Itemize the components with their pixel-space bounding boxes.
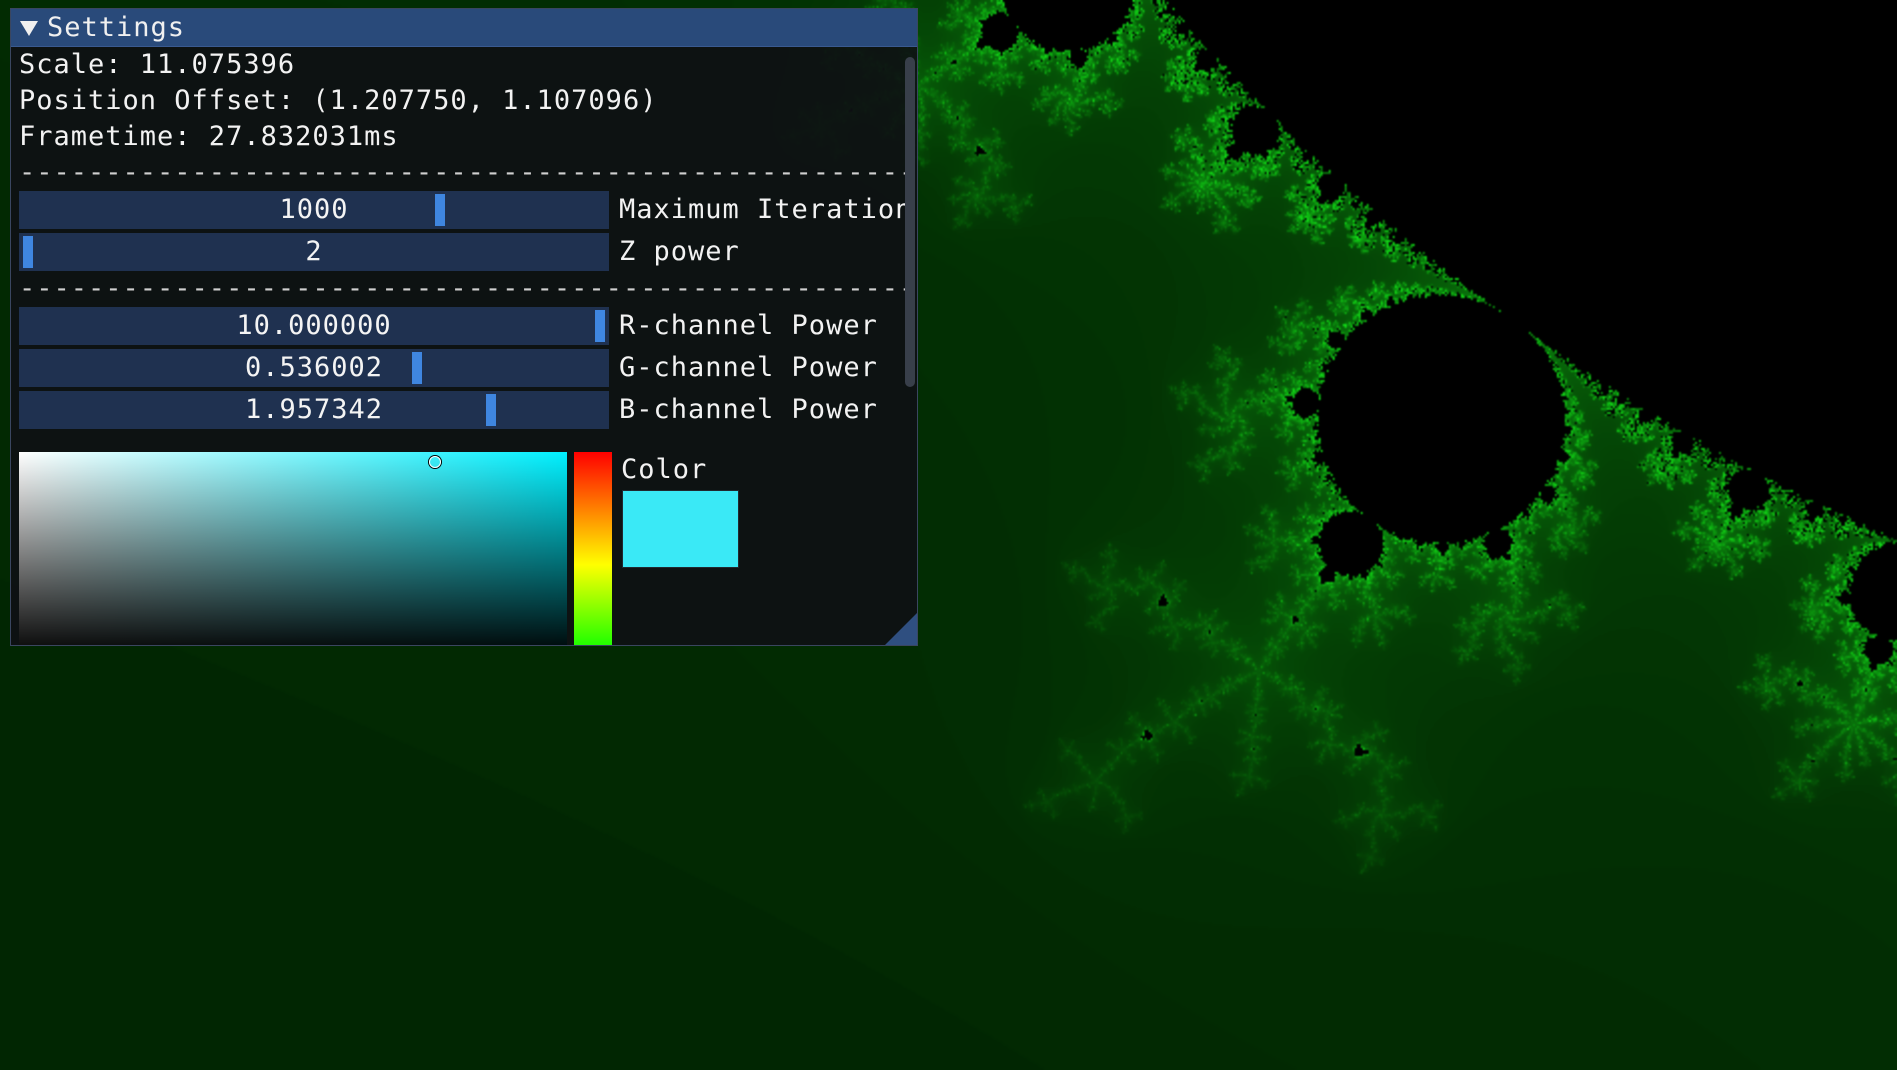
slider-grab[interactable] (595, 310, 605, 342)
saturation-value-square[interactable] (19, 452, 567, 645)
color-label: Color (621, 454, 708, 485)
slider-grab[interactable] (486, 394, 497, 426)
slider-label: R-channel Power (619, 310, 878, 341)
slider-grab[interactable] (434, 194, 445, 226)
hue-bar[interactable] (574, 452, 612, 645)
slider-value: 1.957342 (244, 394, 384, 425)
settings-window[interactable]: Settings Scale: 11.075396 Position Offse… (10, 8, 918, 646)
channel-slider[interactable]: 1.957342 (19, 391, 609, 429)
slider-label: Z power (619, 236, 740, 267)
resize-grip[interactable] (885, 613, 917, 645)
separator: ----------------------------------------… (19, 273, 907, 304)
slider-value: 10.000000 (236, 310, 392, 341)
picker-cursor[interactable] (429, 456, 442, 469)
slider-grab[interactable] (411, 352, 422, 384)
slider-label: Maximum Iteration (619, 194, 913, 225)
slider-value: 0.536002 (244, 352, 384, 383)
settings-titlebar[interactable]: Settings (11, 9, 917, 47)
settings-content: Scale: 11.075396 Position Offset: (1.207… (11, 47, 917, 645)
scrollbar[interactable] (905, 57, 915, 387)
scale-text: Scale: 11.075396 (19, 49, 296, 80)
slider-value: 1000 (279, 194, 349, 225)
iteration-slider[interactable]: 1000 (19, 191, 609, 229)
separator: ----------------------------------------… (19, 157, 907, 188)
channel-row: 0.536002 G-channel Power (19, 349, 909, 387)
channel-slider[interactable]: 0.536002 (19, 349, 609, 387)
window-title: Settings (47, 12, 186, 43)
iteration-row: 2 Z power (19, 233, 909, 271)
iteration-slider[interactable]: 2 (19, 233, 609, 271)
slider-label: G-channel Power (619, 352, 878, 383)
channel-row: 10.000000 R-channel Power (19, 307, 909, 345)
slider-grab[interactable] (23, 236, 33, 268)
channel-slider[interactable]: 10.000000 (19, 307, 609, 345)
channel-row: 1.957342 B-channel Power (19, 391, 909, 429)
triangle-down-icon[interactable] (19, 18, 39, 38)
position-offset-text: Position Offset: (1.207750, 1.107096) (19, 85, 658, 116)
slider-value: 2 (305, 236, 323, 267)
iteration-row: 1000 Maximum Iteration (19, 191, 913, 229)
color-swatch[interactable] (622, 490, 739, 568)
slider-label: B-channel Power (619, 394, 878, 425)
frametime-text: Frametime: 27.832031ms (19, 121, 399, 152)
